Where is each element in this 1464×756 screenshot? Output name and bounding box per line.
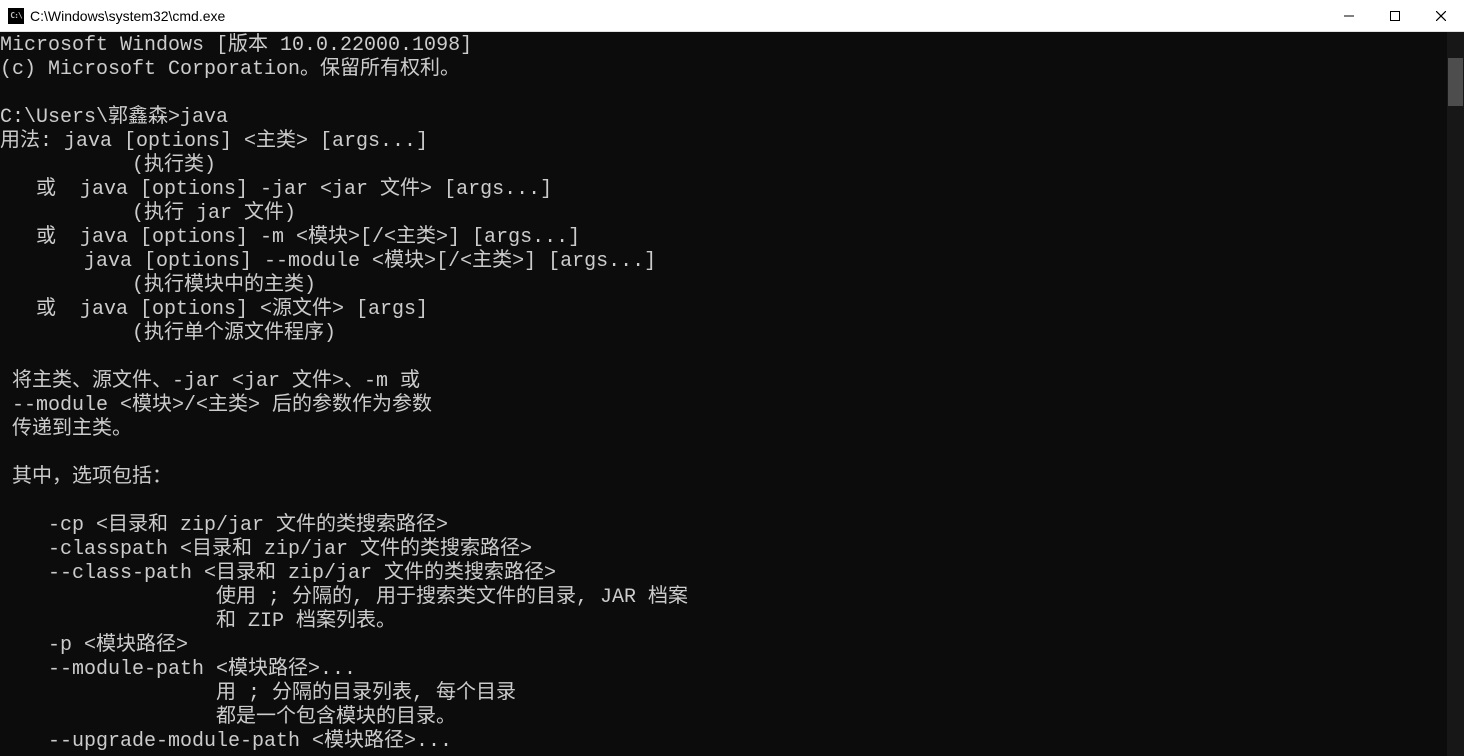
window-controls <box>1326 0 1464 31</box>
scrollbar-thumb[interactable] <box>1448 58 1463 106</box>
terminal-output[interactable]: Microsoft Windows [版本 10.0.22000.1098] (… <box>0 32 1447 756</box>
maximize-button[interactable] <box>1372 0 1418 31</box>
close-icon <box>1436 11 1446 21</box>
terminal-area: Microsoft Windows [版本 10.0.22000.1098] (… <box>0 32 1464 756</box>
close-button[interactable] <box>1418 0 1464 31</box>
minimize-icon <box>1344 11 1354 21</box>
window-title: C:\Windows\system32\cmd.exe <box>30 8 1326 24</box>
maximize-icon <box>1390 11 1400 21</box>
cmd-icon: C:\ <box>8 8 24 24</box>
vertical-scrollbar[interactable] <box>1447 32 1464 756</box>
minimize-button[interactable] <box>1326 0 1372 31</box>
titlebar[interactable]: C:\ C:\Windows\system32\cmd.exe <box>0 0 1464 32</box>
cmd-window: C:\ C:\Windows\system32\cmd.exe <box>0 0 1464 756</box>
